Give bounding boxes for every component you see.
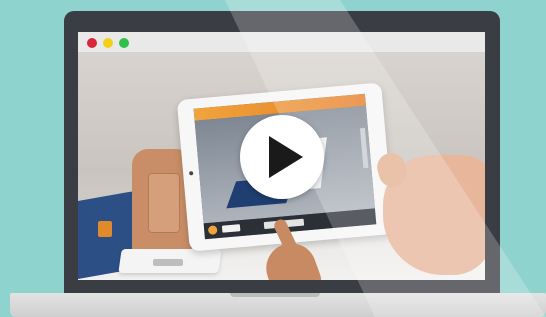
scene bbox=[0, 0, 546, 317]
play-button[interactable] bbox=[240, 115, 324, 199]
window-titlebar bbox=[78, 32, 485, 53]
play-icon[interactable] bbox=[269, 136, 303, 178]
tablet-app-side-tabs bbox=[359, 127, 369, 169]
skin-pad-panel bbox=[148, 173, 180, 233]
close-window-button[interactable] bbox=[87, 38, 97, 48]
tablet-camera bbox=[189, 171, 194, 176]
skin-pad-base-mark bbox=[153, 259, 183, 266]
minimize-window-button[interactable] bbox=[103, 38, 113, 48]
laptop-base-notch bbox=[230, 293, 320, 297]
maximize-window-button[interactable] bbox=[119, 38, 129, 48]
brochure-logo bbox=[98, 221, 112, 237]
